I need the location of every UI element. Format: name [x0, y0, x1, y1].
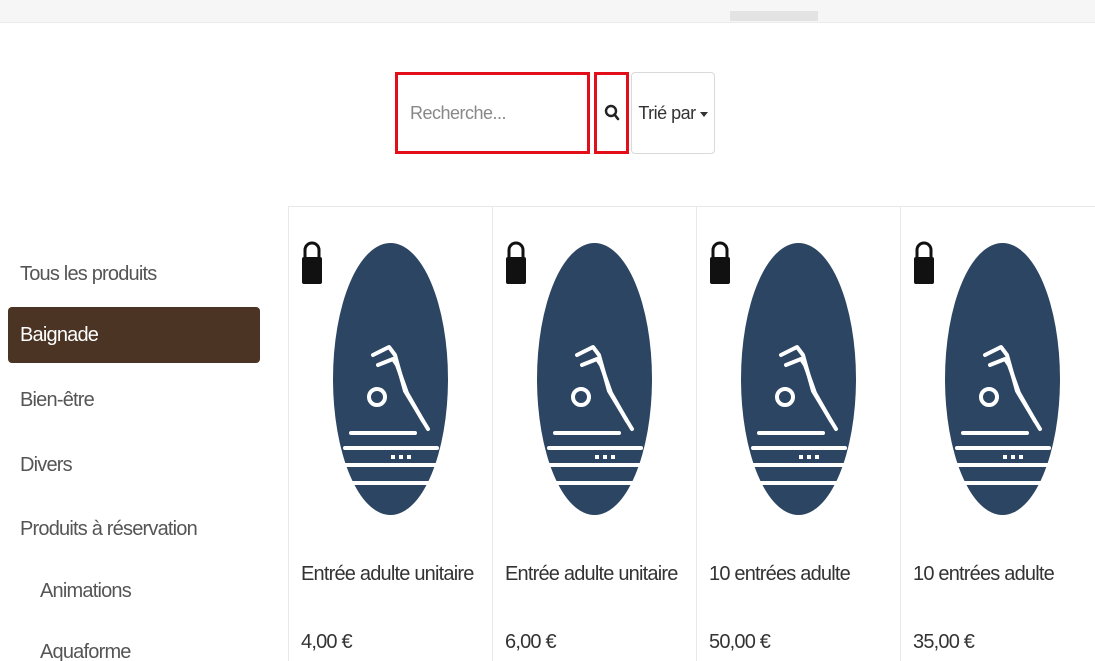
lock-icon [302, 241, 322, 284]
sort-dropdown[interactable]: Trié par [631, 72, 715, 154]
product-name[interactable]: Entrée adulte unitaire [301, 563, 474, 586]
top-bar [0, 0, 1095, 23]
product-price: 50,00 € [709, 631, 771, 653]
sidebar-item-label: Animations [40, 579, 132, 602]
lock-icon [710, 241, 730, 284]
sidebar-item-label: Tous les produits [20, 262, 157, 285]
product-name[interactable]: Entrée adulte unitaire [505, 563, 678, 586]
search-input[interactable] [398, 75, 587, 151]
product-price: 35,00 € [913, 631, 975, 653]
search-field[interactable] [395, 72, 590, 154]
sidebar-item-produits-reservation[interactable]: Produits à réservation [8, 501, 260, 557]
product-price: 6,00 € [505, 631, 557, 653]
product-image-swimming [741, 243, 856, 515]
sidebar-item-label: Baignade [20, 323, 99, 346]
top-bar-tab[interactable] [730, 11, 818, 21]
search-button[interactable] [594, 72, 629, 154]
product-name[interactable]: 10 entrées adulte [913, 563, 1055, 586]
lock-icon [506, 241, 526, 284]
sidebar-item-label: Divers [20, 453, 73, 476]
product-name[interactable]: 10 entrées adulte [709, 563, 851, 586]
product-card[interactable]: Entrée adulte unitaire 6,00 € [492, 207, 696, 661]
sidebar-item-divers[interactable]: Divers [8, 437, 260, 493]
product-card[interactable]: 10 entrées adulte 35,00 € [900, 207, 1095, 661]
sidebar-item-label: Produits à réservation [20, 517, 198, 540]
lock-icon [914, 241, 934, 284]
chevron-down-icon [699, 111, 708, 117]
sidebar-item-label: Aquaforme [40, 640, 131, 661]
product-card[interactable]: 10 entrées adulte 50,00 € [696, 207, 900, 661]
sidebar-item-all-products[interactable]: Tous les produits [8, 246, 260, 302]
sidebar-item-aquaforme[interactable]: Aquaforme [8, 624, 260, 661]
sort-label: Trié par [638, 102, 696, 123]
page: Trié par Tous les produits Baignade Bien… [0, 0, 1095, 661]
sidebar-item-label: Bien-être [20, 388, 95, 411]
product-image-swimming [333, 243, 448, 515]
product-price: 4,00 € [301, 631, 353, 653]
search-icon [604, 104, 619, 121]
sidebar-item-baignade[interactable]: Baignade [8, 307, 260, 363]
sidebar-item-animations[interactable]: Animations [8, 563, 260, 619]
sidebar-item-bien-etre[interactable]: Bien-être [8, 372, 260, 428]
product-image-swimming [537, 243, 652, 515]
product-card[interactable]: Entrée adulte unitaire 4,00 € [288, 207, 492, 661]
product-image-swimming [945, 243, 1060, 515]
